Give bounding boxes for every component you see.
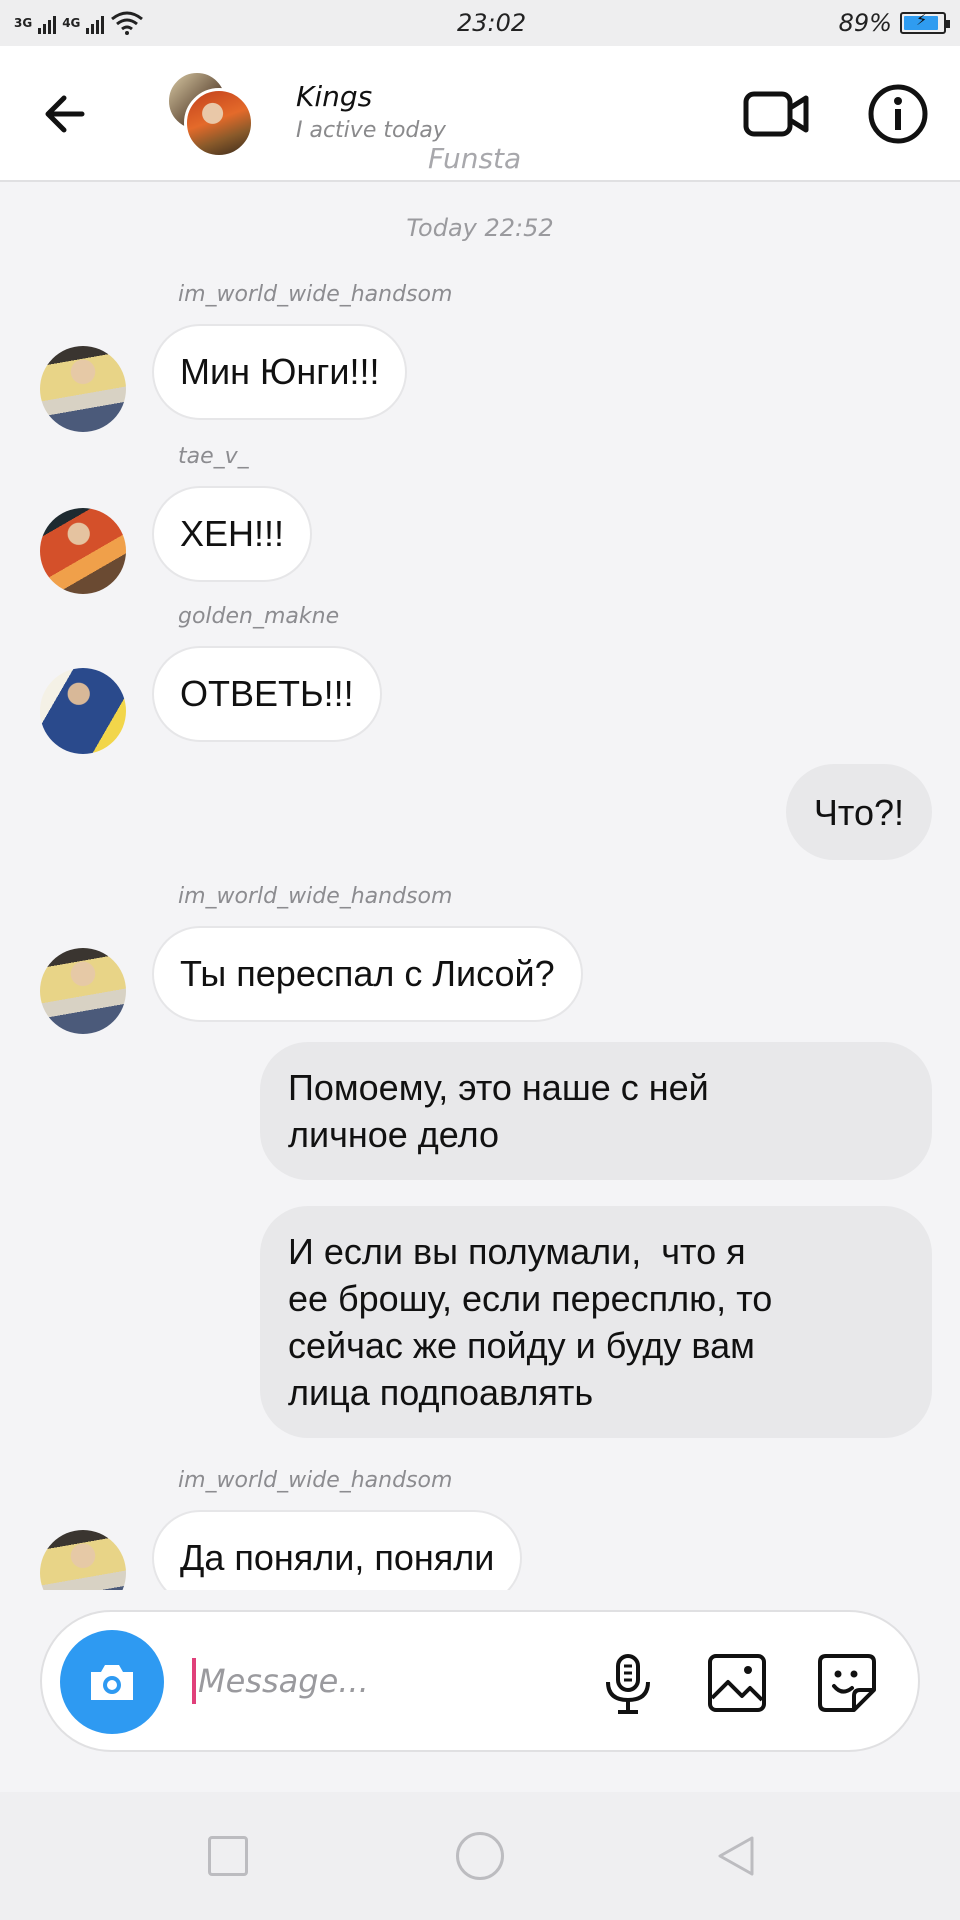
charging-icon: ⚡: [915, 10, 928, 29]
chat-title[interactable]: Kings: [296, 80, 372, 113]
nav-back-icon[interactable]: [712, 1832, 760, 1880]
avatar[interactable]: [40, 508, 126, 594]
wifi-icon: [111, 11, 144, 35]
message-sender: im_world_wide_handsom: [178, 884, 453, 909]
message-bubble-outgoing[interactable]: Что?!: [785, 764, 932, 860]
message-sender: im_world_wide_handsom: [178, 1468, 453, 1493]
clock: 23:02: [456, 9, 527, 37]
message-line: личное дело: [288, 1114, 500, 1155]
avatar[interactable]: [40, 948, 126, 1034]
system-nav-bar: [0, 1792, 960, 1920]
video-camera-icon[interactable]: [742, 82, 812, 146]
message-bubble-outgoing[interactable]: И если вы полумали, что я ее брошу, если…: [260, 1206, 932, 1438]
signal-bars-icon: [86, 12, 105, 34]
battery-icon: ⚡: [899, 10, 950, 34]
message-line: Помоему, это наше с ней: [288, 1067, 709, 1108]
message-bubble-incoming[interactable]: ОТВЕТЬ!!!: [152, 646, 382, 742]
camera-button[interactable]: [60, 1630, 164, 1734]
chat-header: Kings I active today Funsta: [0, 46, 960, 182]
message-line: И если вы полумали, что я: [288, 1231, 746, 1272]
message-line: сейчас же пойду и буду вам: [288, 1325, 755, 1366]
arrow-left-icon[interactable]: [38, 86, 94, 142]
message-list[interactable]: Today 22:52 im_world_wide_handsom Мин Юн…: [0, 184, 960, 1590]
message-sender: golden_makne: [178, 604, 340, 629]
home-icon[interactable]: [456, 1832, 504, 1880]
chat-subtitle: Funsta: [428, 142, 522, 175]
info-icon[interactable]: [866, 82, 930, 146]
signal-indicators: 3G 4G: [14, 11, 144, 35]
chat-active-status: I active today: [296, 118, 446, 143]
avatar: [184, 88, 254, 158]
message-sender: tae_v_: [178, 444, 249, 469]
camera-icon: [91, 1665, 133, 1700]
status-bar: 3G 4G 23:02 89% ⚡: [0, 0, 960, 46]
message-bubble-incoming[interactable]: Мин Юнги!!!: [152, 324, 408, 420]
conversation-timestamp: Today 22:52: [406, 214, 554, 242]
message-bubble-incoming[interactable]: Ты переспал с Лисой?: [152, 926, 583, 1022]
message-bubble-outgoing[interactable]: Помоему, это наше с ней личное дело: [260, 1042, 932, 1180]
avatar[interactable]: [40, 668, 126, 754]
recent-apps-icon[interactable]: [208, 1836, 248, 1876]
message-bubble-incoming[interactable]: ХЕН!!!: [152, 486, 313, 582]
message-input[interactable]: [198, 1656, 498, 1706]
text-cursor: [192, 1658, 196, 1704]
avatar[interactable]: [40, 346, 126, 432]
battery-percent: 89%: [838, 9, 892, 37]
message-bubble-incoming[interactable]: Да поняли, поняли: [152, 1510, 523, 1590]
network-type-2: 4G: [62, 16, 81, 30]
image-icon[interactable]: [706, 1652, 768, 1714]
microphone-icon[interactable]: [598, 1652, 658, 1716]
message-composer: [40, 1610, 920, 1752]
message-line: лица подпоавлять: [288, 1372, 594, 1413]
network-type-1: 3G: [14, 16, 33, 30]
message-line: ее брошу, если пересплю, то: [288, 1278, 773, 1319]
message-sender: im_world_wide_handsom: [178, 282, 453, 307]
group-avatar[interactable]: [166, 70, 256, 160]
signal-bars-icon: [38, 12, 57, 34]
avatar[interactable]: [40, 1530, 126, 1590]
sticker-icon[interactable]: [816, 1652, 878, 1714]
